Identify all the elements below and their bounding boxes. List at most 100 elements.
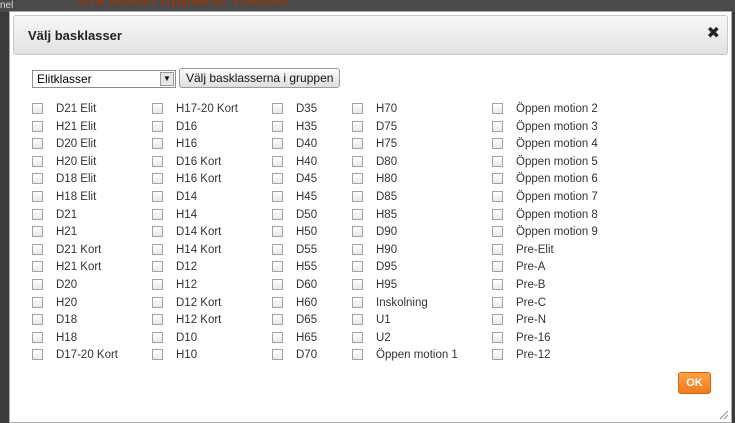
class-checkbox[interactable] xyxy=(492,296,503,308)
class-checkbox[interactable] xyxy=(32,296,43,308)
class-group-select[interactable]: Elitklasser ▼ xyxy=(32,70,176,88)
class-checkbox[interactable] xyxy=(272,331,283,343)
class-label: H60 xyxy=(296,296,318,309)
class-checkbox[interactable] xyxy=(32,103,43,114)
class-label: H50 xyxy=(296,226,318,239)
class-checkbox[interactable] xyxy=(352,243,363,255)
class-checkbox[interactable] xyxy=(352,208,363,220)
class-checkbox[interactable] xyxy=(152,173,163,185)
class-checkbox[interactable] xyxy=(352,278,363,290)
class-checkbox[interactable] xyxy=(32,138,43,150)
class-checkbox[interactable] xyxy=(32,155,43,167)
class-checkbox[interactable] xyxy=(152,349,163,361)
class-checkbox[interactable] xyxy=(492,103,503,114)
class-checkbox[interactable] xyxy=(492,173,503,185)
class-label: Öppen motion 2 xyxy=(516,103,598,115)
class-checkbox[interactable] xyxy=(272,190,283,202)
class-checkbox[interactable] xyxy=(492,120,503,132)
class-checkbox[interactable] xyxy=(152,314,163,326)
class-checkbox[interactable] xyxy=(492,138,503,150)
class-checkbox[interactable] xyxy=(492,314,503,326)
class-checkbox[interactable] xyxy=(492,278,503,290)
class-checkbox[interactable] xyxy=(32,190,43,202)
class-checkbox[interactable] xyxy=(272,296,283,308)
class-checkbox[interactable] xyxy=(492,226,503,238)
class-label: H75 xyxy=(376,138,398,151)
class-checkbox[interactable] xyxy=(352,261,363,273)
select-base-classes-dialog: Välj basklasser ✖ Elitklasser ▼ Välj bas… xyxy=(9,11,732,423)
class-checkbox[interactable] xyxy=(352,331,363,343)
class-checkbox[interactable] xyxy=(32,208,43,220)
class-checkbox[interactable] xyxy=(272,278,283,290)
ok-button[interactable]: OK xyxy=(678,372,711,394)
class-checkbox[interactable] xyxy=(352,173,363,185)
class-checkbox[interactable] xyxy=(152,208,163,220)
class-checkbox[interactable] xyxy=(492,331,503,343)
class-checkbox[interactable] xyxy=(352,103,363,114)
class-checkbox[interactable] xyxy=(272,226,283,238)
class-checkbox[interactable] xyxy=(352,349,363,361)
class-checkbox[interactable] xyxy=(352,314,363,326)
class-checkbox[interactable] xyxy=(272,261,283,273)
class-checkbox[interactable] xyxy=(32,243,43,255)
class-label: H10 xyxy=(176,349,198,362)
class-checkbox[interactable] xyxy=(32,120,43,132)
class-checkbox[interactable] xyxy=(272,243,283,255)
class-checkbox[interactable] xyxy=(152,120,163,132)
class-label: H18 Elit xyxy=(56,190,97,203)
class-checkbox[interactable] xyxy=(272,120,283,132)
class-checkbox[interactable] xyxy=(352,226,363,238)
class-checkbox[interactable] xyxy=(492,349,503,361)
resize-handle-icon[interactable] xyxy=(719,410,729,420)
class-checkbox[interactable] xyxy=(32,278,43,290)
class-checkbox[interactable] xyxy=(492,261,503,273)
class-checkbox[interactable] xyxy=(352,138,363,150)
class-label: Öppen motion 3 xyxy=(516,120,598,133)
class-label: Pre-A xyxy=(516,261,546,274)
class-checkbox[interactable] xyxy=(152,296,163,308)
class-checkbox[interactable] xyxy=(492,190,503,202)
class-checkbox[interactable] xyxy=(32,261,43,273)
class-checkbox[interactable] xyxy=(272,314,283,326)
select-group-classes-button[interactable]: Välj basklasserna i gruppen xyxy=(179,68,341,88)
class-checkbox[interactable] xyxy=(152,331,163,343)
class-label: Pre-C xyxy=(516,296,547,309)
class-label: D14 Kort xyxy=(176,226,222,239)
class-checkbox[interactable] xyxy=(32,173,43,185)
class-checkbox[interactable] xyxy=(152,138,163,150)
class-label: D16 Kort xyxy=(176,155,222,168)
class-checkbox[interactable] xyxy=(152,261,163,273)
chevron-down-icon[interactable]: ▼ xyxy=(160,72,174,86)
class-label: D80 xyxy=(376,155,398,168)
class-checkbox[interactable] xyxy=(492,208,503,220)
class-checkbox[interactable] xyxy=(152,278,163,290)
class-checkbox[interactable] xyxy=(272,103,283,114)
class-label: Pre-N xyxy=(516,314,547,327)
class-checkbox[interactable] xyxy=(32,314,43,326)
class-checkbox[interactable] xyxy=(152,190,163,202)
class-checkbox[interactable] xyxy=(272,208,283,220)
class-label: D18 xyxy=(56,314,78,327)
class-checkbox[interactable] xyxy=(152,155,163,167)
class-checkbox[interactable] xyxy=(152,103,163,114)
dialog-titlebar[interactable]: Välj basklasser ✖ xyxy=(13,15,728,55)
class-checkbox[interactable] xyxy=(152,243,163,255)
class-checkbox[interactable] xyxy=(352,190,363,202)
class-checkbox[interactable] xyxy=(272,173,283,185)
class-checkbox[interactable] xyxy=(272,155,283,167)
class-checkbox[interactable] xyxy=(352,296,363,308)
close-icon[interactable]: ✖ xyxy=(707,25,720,43)
class-checkbox[interactable] xyxy=(152,226,163,238)
class-label: H16 xyxy=(176,138,198,151)
class-checkbox[interactable] xyxy=(352,155,363,167)
class-checkbox[interactable] xyxy=(272,138,283,150)
class-checkbox[interactable] xyxy=(32,349,43,361)
class-checkbox[interactable] xyxy=(32,331,43,343)
class-checkbox[interactable] xyxy=(492,155,503,167)
class-label: H21 Elit xyxy=(56,120,97,133)
class-checkbox[interactable] xyxy=(272,349,283,361)
class-checkbox[interactable] xyxy=(32,226,43,238)
class-checkbox[interactable] xyxy=(352,120,363,132)
class-checkbox[interactable] xyxy=(492,243,503,255)
class-label: H21 Kort xyxy=(56,261,102,274)
